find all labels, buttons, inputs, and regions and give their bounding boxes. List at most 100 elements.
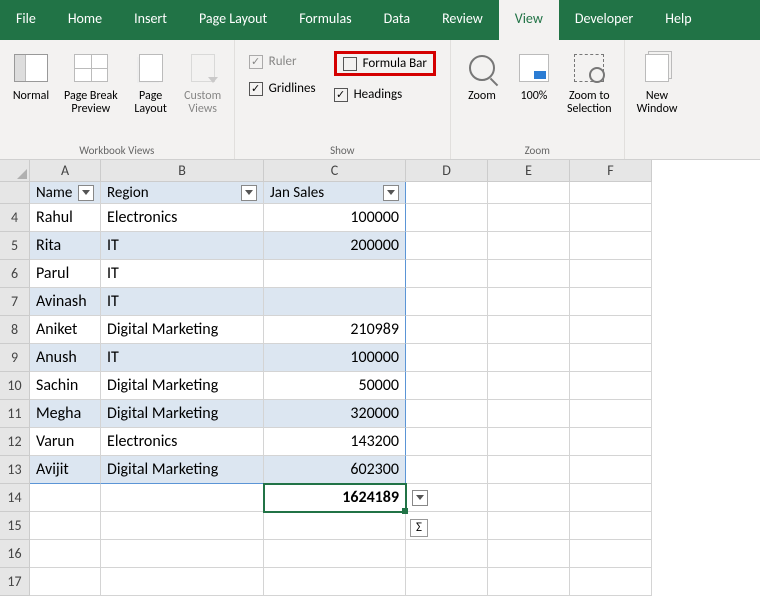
cell-C16[interactable]	[264, 540, 406, 568]
row-header-16[interactable]: 16	[0, 540, 30, 568]
cell-D15[interactable]: Σ	[406, 512, 488, 540]
zoom-to-selection-button[interactable]: Zoom to Selection	[561, 44, 618, 120]
cell-E5[interactable]	[488, 232, 570, 260]
cell-B16[interactable]	[101, 540, 264, 568]
cell-D17[interactable]	[406, 568, 488, 596]
cell-A15[interactable]	[30, 512, 101, 540]
tab-developer[interactable]: Developer	[559, 0, 649, 40]
cell-C7[interactable]	[264, 288, 406, 316]
tab-page-layout[interactable]: Page Layout	[183, 0, 283, 40]
cell-A7[interactable]: Avinash	[30, 288, 101, 316]
cell-A8[interactable]: Aniket	[30, 316, 101, 344]
cell-B12[interactable]: Electronics	[101, 428, 264, 456]
cell-D16[interactable]	[406, 540, 488, 568]
cell-E16[interactable]	[488, 540, 570, 568]
cell-C4[interactable]: 100000	[264, 204, 406, 232]
table-header-A[interactable]: Name	[30, 182, 101, 204]
cell-A4[interactable]: Rahul	[30, 204, 101, 232]
normal-view-button[interactable]: Normal	[6, 44, 56, 107]
row-header-11[interactable]: 11	[0, 400, 30, 428]
cell-D8[interactable]	[406, 316, 488, 344]
row-header-6[interactable]: 6	[0, 260, 30, 288]
cell-B15[interactable]	[101, 512, 264, 540]
zoom-100-button[interactable]: 100%	[509, 44, 559, 107]
table-header-B[interactable]: Region	[101, 182, 264, 204]
autosum-icon[interactable]: Σ	[410, 519, 428, 537]
cell-E17[interactable]	[488, 568, 570, 596]
row-header-blank[interactable]	[0, 182, 30, 204]
cell[interactable]	[570, 182, 652, 204]
tab-file[interactable]: File	[0, 0, 52, 40]
tab-review[interactable]: Review	[426, 0, 499, 40]
col-header-F[interactable]: F	[570, 160, 652, 182]
formula-bar-checkbox[interactable]: Formula Bar	[334, 51, 436, 76]
cell-F10[interactable]	[570, 372, 652, 400]
col-header-A[interactable]: A	[30, 160, 101, 182]
row-header-9[interactable]: 9	[0, 344, 30, 372]
cell-C10[interactable]: 50000	[264, 372, 406, 400]
cell-C11[interactable]: 320000	[264, 400, 406, 428]
cell-D6[interactable]	[406, 260, 488, 288]
cell-C5[interactable]: 200000	[264, 232, 406, 260]
cell-B5[interactable]: IT	[101, 232, 264, 260]
cell-E6[interactable]	[488, 260, 570, 288]
cell-D12[interactable]	[406, 428, 488, 456]
grid-body[interactable]: NameRegionJan Sales Rahul Electronics 10000…	[30, 182, 652, 596]
cell-E10[interactable]	[488, 372, 570, 400]
cell-F17[interactable]	[570, 568, 652, 596]
page-break-preview-button[interactable]: Page Break Preview	[58, 44, 124, 120]
tab-help[interactable]: Help	[649, 0, 707, 40]
cell-B6[interactable]: IT	[101, 260, 264, 288]
cell-F11[interactable]	[570, 400, 652, 428]
cell-B17[interactable]	[101, 568, 264, 596]
tab-formulas[interactable]: Formulas	[283, 0, 367, 40]
table-header-C[interactable]: Jan Sales	[264, 182, 406, 204]
cell-C6[interactable]	[264, 260, 406, 288]
cell-F16[interactable]	[570, 540, 652, 568]
cell-B8[interactable]: Digital Marketing	[101, 316, 264, 344]
cell-F5[interactable]	[570, 232, 652, 260]
cell[interactable]	[406, 182, 488, 204]
cell-B14[interactable]	[101, 484, 264, 512]
cell-C12[interactable]: 143200	[264, 428, 406, 456]
cell-A5[interactable]: Rita	[30, 232, 101, 260]
tab-data[interactable]: Data	[368, 0, 426, 40]
cell-B9[interactable]: IT	[101, 344, 264, 372]
cell-C14-selected[interactable]: 1624189	[264, 484, 406, 512]
cell-E9[interactable]	[488, 344, 570, 372]
cell-D13[interactable]	[406, 456, 488, 484]
cell-D10[interactable]	[406, 372, 488, 400]
col-header-E[interactable]: E	[488, 160, 570, 182]
cell-D5[interactable]	[406, 232, 488, 260]
cell-F13[interactable]	[570, 456, 652, 484]
cell-F8[interactable]	[570, 316, 652, 344]
cell-A10[interactable]: Sachin	[30, 372, 101, 400]
cell-B13[interactable]: Digital Marketing	[101, 456, 264, 484]
row-header-10[interactable]: 10	[0, 372, 30, 400]
row-header-8[interactable]: 8	[0, 316, 30, 344]
cell-A6[interactable]: Parul	[30, 260, 101, 288]
cell-E13[interactable]	[488, 456, 570, 484]
filter-arrow-icon[interactable]	[241, 185, 257, 201]
row-header-17[interactable]: 17	[0, 568, 30, 596]
filter-arrow-icon[interactable]	[78, 185, 94, 201]
tab-insert[interactable]: Insert	[118, 0, 183, 40]
cell-E4[interactable]	[488, 204, 570, 232]
row-header-7[interactable]: 7	[0, 288, 30, 316]
cell-C15[interactable]	[264, 512, 406, 540]
cell-E11[interactable]	[488, 400, 570, 428]
row-header-14[interactable]: 14	[0, 484, 30, 512]
col-header-C[interactable]: C	[264, 160, 406, 182]
row-header-4[interactable]: 4	[0, 204, 30, 232]
cell-C13[interactable]: 602300	[264, 456, 406, 484]
cell-A9[interactable]: Anush	[30, 344, 101, 372]
cell-A12[interactable]: Varun	[30, 428, 101, 456]
new-window-button[interactable]: New Window	[631, 44, 684, 120]
col-header-D[interactable]: D	[406, 160, 488, 182]
cell-B11[interactable]: Digital Marketing	[101, 400, 264, 428]
cell-F7[interactable]	[570, 288, 652, 316]
cell-B7[interactable]: IT	[101, 288, 264, 316]
select-all-corner[interactable]	[0, 160, 30, 182]
cell-A13[interactable]: Avijit	[30, 456, 101, 484]
cell-E14[interactable]	[488, 484, 570, 512]
